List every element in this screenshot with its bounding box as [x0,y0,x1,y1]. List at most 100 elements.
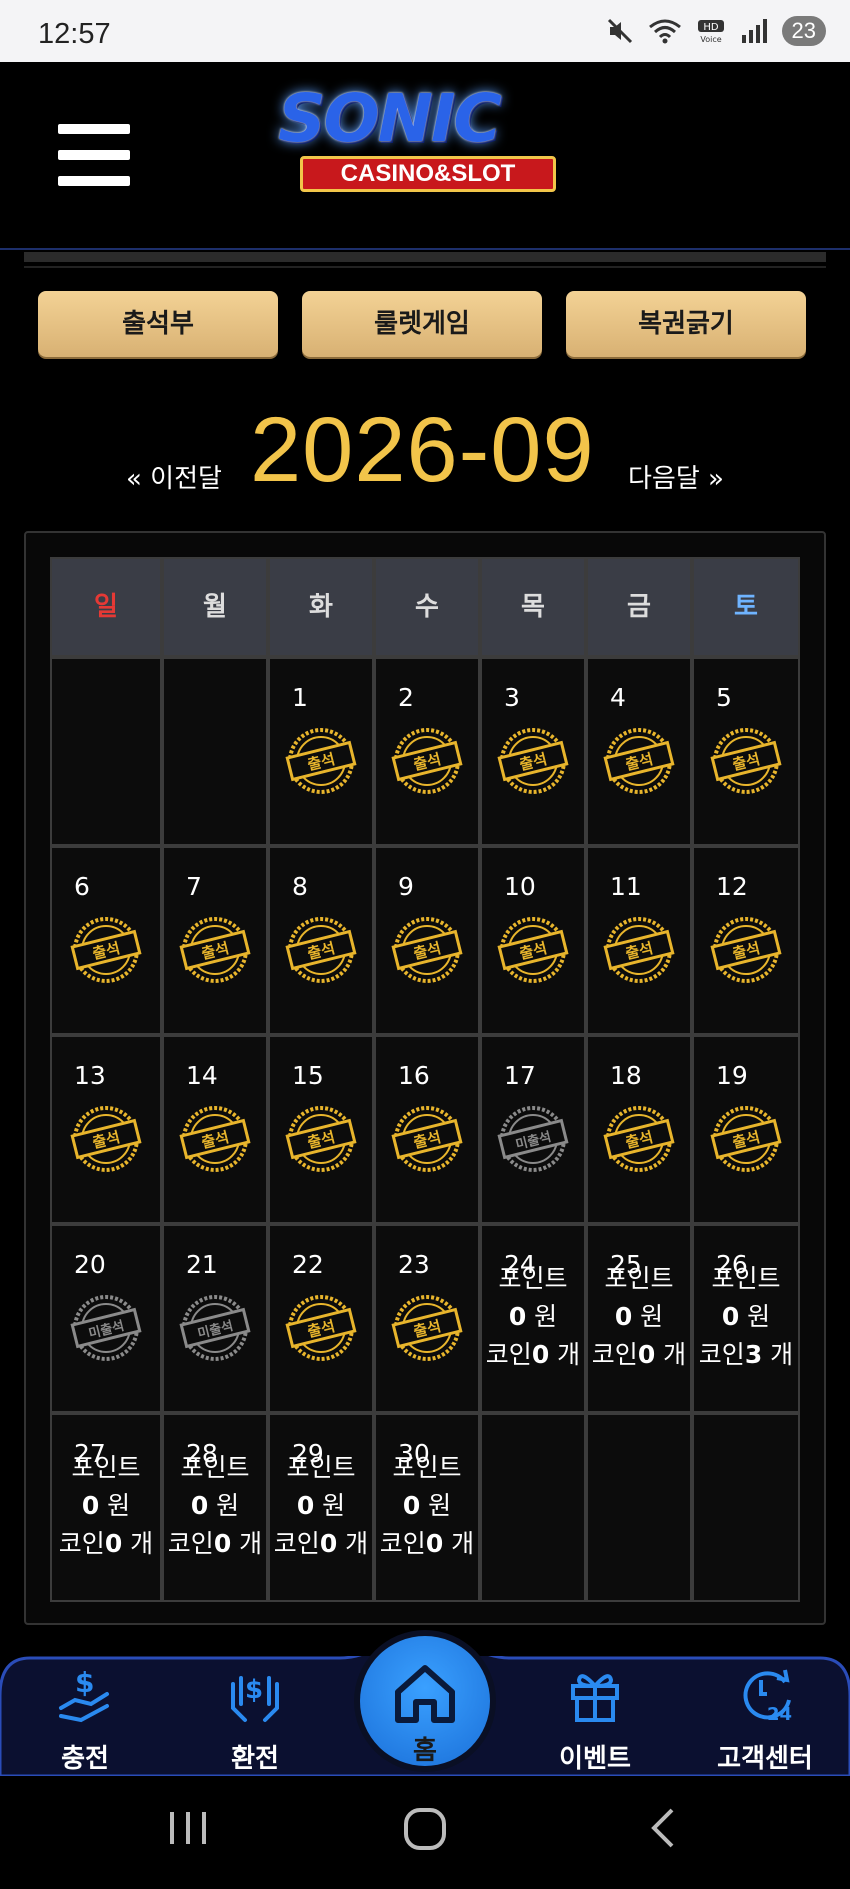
attendance-stamp-icon: 출석 [70,1106,142,1172]
wifi-icon [648,19,681,44]
day-reward-info: 포인트 0 원 코인3 개 [694,1260,798,1374]
next-month-link[interactable]: 다음달 » [628,458,724,495]
calendar-day-cell[interactable]: 2 출석 [374,657,480,846]
calendar-day-cell[interactable]: 28 포인트 0 원 코인0 개 [162,1413,268,1602]
nav-home-label: 홈 [413,1736,437,1766]
day-number: 10 [504,872,536,901]
attendance-stamp-icon: 출석 [497,917,569,983]
weekday-header: 토 [692,557,800,657]
point-label: 포인트 [71,1453,141,1482]
calendar-day-cell[interactable]: 25 포인트 0 원 코인0 개 [586,1224,692,1413]
back-icon[interactable] [646,1806,680,1850]
point-amount: 0 원 [614,1302,664,1331]
hd-voice-icon: HD Voice [697,20,724,44]
calendar-day-cell[interactable]: 16 출석 [374,1035,480,1224]
calendar-day-cell[interactable]: 18 출석 [586,1035,692,1224]
day-number: 12 [716,872,748,901]
attendance-stamp-icon: 출석 [391,728,463,794]
calendar-day-cell[interactable]: 9 출석 [374,846,480,1035]
attendance-button[interactable]: 출석부 [38,291,278,357]
day-number: 15 [292,1061,324,1090]
calendar-day-cell[interactable]: 27 포인트 0 원 코인0 개 [50,1413,162,1602]
calendar-day-cell[interactable]: 14 출석 [162,1035,268,1224]
logo-title: SONIC [278,80,502,157]
calendar-day-cell[interactable]: 5 출석 [692,657,800,846]
attendance-stamp-icon: 출석 [391,1106,463,1172]
calendar-week-row: 1 출석 2 출석 3 출석 4 출석 5 출석 [50,657,800,846]
header-divider-thin [24,266,826,268]
calendar-empty-cell [586,1413,692,1602]
current-month: 2026-09 [250,399,595,501]
day-number: 20 [74,1250,106,1279]
calendar-day-cell[interactable]: 13 출석 [50,1035,162,1224]
attendance-stamp-icon: 출석 [285,728,357,794]
calendar-day-cell[interactable]: 1 출석 [268,657,374,846]
nav-charge[interactable]: $ 충전 [20,1656,150,1776]
home-system-icon[interactable] [402,1806,448,1852]
svg-text:$: $ [75,1666,94,1699]
calendar-weekday-row: 일월화수목금토 [50,557,800,657]
nav-home[interactable]: 홈 [360,1636,490,1766]
battery-indicator: 23 [781,16,826,46]
attendance-stamp-icon: 출석 [391,917,463,983]
attendance-stamp-icon: 출석 [497,728,569,794]
attendance-stamp-icon: 출석 [285,1295,357,1361]
svg-text:Voice: Voice [700,35,721,44]
calendar-empty-cell [50,657,162,846]
recent-apps-icon[interactable] [166,1806,210,1850]
day-number: 23 [398,1250,430,1279]
calendar-day-cell[interactable]: 24 포인트 0 원 코인0 개 [480,1224,586,1413]
calendar-day-cell[interactable]: 15 출석 [268,1035,374,1224]
calendar-day-cell[interactable]: 30 포인트 0 원 코인0 개 [374,1413,480,1602]
weekday-header: 목 [480,557,586,657]
calendar-day-cell[interactable]: 21 미출석 [162,1224,268,1413]
point-amount: 0 원 [721,1302,771,1331]
day-number: 2 [398,683,414,712]
prev-month-link[interactable]: « 이전달 [126,458,222,495]
menu-icon[interactable] [58,124,130,186]
day-reward-info: 포인트 0 원 코인0 개 [376,1449,478,1563]
mute-icon [607,18,632,44]
attendance-stamp-icon: 출석 [603,728,675,794]
day-number: 9 [398,872,414,901]
day-number: 7 [186,872,202,901]
charge-icon: $ [59,1666,109,1723]
day-reward-info: 포인트 0 원 코인0 개 [588,1260,690,1374]
roulette-button[interactable]: 룰렛게임 [302,291,542,357]
nav-support[interactable]: 24 고객센터 [700,1656,830,1776]
nav-event[interactable]: 이벤트 [530,1656,660,1776]
day-number: 11 [610,872,642,901]
calendar-day-cell[interactable]: 23 출석 [374,1224,480,1413]
app-header: SONIC CASINO&SLOT [0,62,850,250]
day-number: 17 [504,1061,536,1090]
svg-text:$: $ [245,1675,263,1705]
calendar-day-cell[interactable]: 29 포인트 0 원 코인0 개 [268,1413,374,1602]
weekday-header: 월 [162,557,268,657]
brand-logo[interactable]: SONIC CASINO&SLOT [250,80,610,200]
scratch-lottery-button[interactable]: 복권긁기 [566,291,806,357]
calendar-day-cell[interactable]: 4 출석 [586,657,692,846]
calendar-day-cell[interactable]: 8 출석 [268,846,374,1035]
calendar-day-cell[interactable]: 3 출석 [480,657,586,846]
calendar-day-cell[interactable]: 7 출석 [162,846,268,1035]
calendar-day-cell[interactable]: 17 미출석 [480,1035,586,1224]
absent-stamp-icon: 미출석 [70,1295,142,1361]
calendar-day-cell[interactable]: 10 출석 [480,846,586,1035]
calendar-day-cell[interactable]: 22 출석 [268,1224,374,1413]
nav-exchange[interactable]: $ 환전 [190,1656,320,1776]
calendar-day-cell[interactable]: 12 출석 [692,846,800,1035]
attendance-stamp-icon: 출석 [603,1106,675,1172]
calendar-day-cell[interactable]: 20 미출석 [50,1224,162,1413]
coin-amount: 코인0 개 [167,1529,263,1558]
day-reward-info: 포인트 0 원 코인0 개 [164,1449,266,1563]
calendar-day-cell[interactable]: 19 출석 [692,1035,800,1224]
calendar-day-cell[interactable]: 11 출석 [586,846,692,1035]
point-label: 포인트 [711,1264,781,1293]
day-number: 1 [292,683,308,712]
nav-charge-label: 충전 [61,1744,109,1774]
day-reward-info: 포인트 0 원 코인0 개 [52,1449,160,1563]
calendar-day-cell[interactable]: 26 포인트 0 원 코인3 개 [692,1224,800,1413]
calendar-week-row: 6 출석 7 출석 8 출석 9 출석 10 출석 11 출석 12 출석 [50,846,800,1035]
calendar-day-cell[interactable]: 6 출석 [50,846,162,1035]
support-24h-icon: 24 [743,1669,792,1724]
